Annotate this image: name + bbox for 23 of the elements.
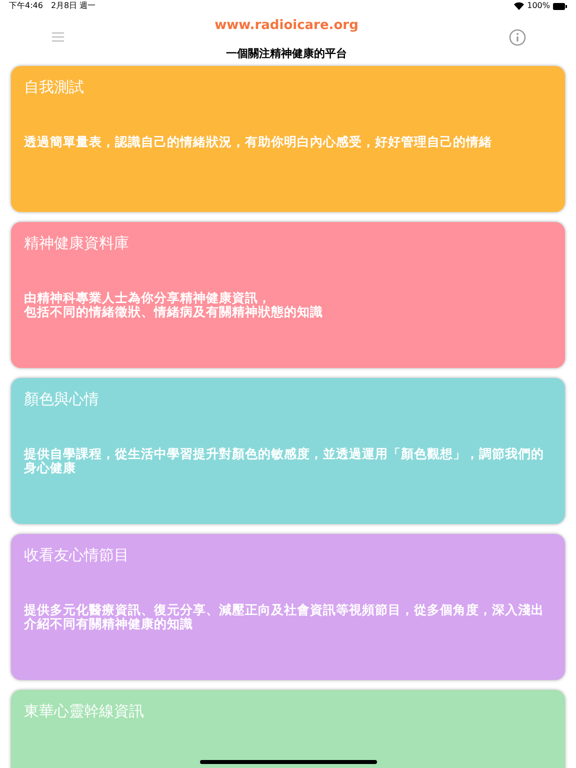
- website-url: www.radioicare.org: [214, 17, 358, 35]
- feature-card[interactable]: 自我測試 透過簡單量表，認識自己的情緒狀況，有助你明白內心感受，好好管理自己的情緒: [11, 66, 565, 212]
- info-icon[interactable]: [508, 28, 526, 46]
- menu-icon[interactable]: [52, 32, 64, 42]
- card-title: 精神健康資料庫: [24, 233, 129, 254]
- battery-percentage: 100%: [527, 0, 550, 12]
- card-title: 收看友心情節目: [24, 545, 129, 566]
- card-title: 東華心靈幹線資訊: [24, 701, 144, 722]
- card-description: 提供多元化醫療資訊、復元分享、減壓正向及社會資訊等視頻節目，從多個角度，深入淺出介紹不同有關精神健康的知識: [24, 602, 545, 630]
- battery-icon: [553, 2, 567, 10]
- wifi-icon: [514, 2, 524, 10]
- card-title: 顏色與心情: [24, 389, 99, 410]
- feature-card[interactable]: 精神健康資料庫 由精神科專業人士為你分享精神健康資訊， 包括不同的情緒徵狀、情緒病及有關精神狀態的知識: [11, 222, 565, 368]
- status-date: 2月8日 週一: [50, 0, 96, 12]
- card-description: 由精神科專業人士為你分享精神健康資訊， 包括不同的情緒徵狀、情緒病及有關精神狀態的知識: [24, 290, 324, 318]
- feature-card[interactable]: 東華心靈幹線資訊: [11, 690, 565, 768]
- status-time: 下午4:46: [9, 0, 43, 12]
- feature-card[interactable]: 收看友心情節目 提供多元化醫療資訊、復元分享、減壓正向及社會資訊等視頻節目，從多個角度，深入淺出介紹不同有關精神健康的知識: [11, 534, 565, 680]
- feature-card[interactable]: 顏色與心情 提供自學課程，從生活中學習提升對顏色的敏感度，並透過運用「顏色觀想」，調節我們的身心健康: [11, 378, 565, 524]
- card-title: 自我測試: [24, 77, 84, 98]
- card-description: 提供自學課程，從生活中學習提升對顏色的敏感度，並透過運用「顏色觀想」，調節我們的身心健康: [24, 446, 545, 474]
- app-subtitle: 一個關注精神健康的平台: [226, 46, 347, 62]
- card-description: 透過簡單量表，認識自己的情緒狀況，有助你明白內心感受，好好管理自己的情緒: [24, 134, 493, 148]
